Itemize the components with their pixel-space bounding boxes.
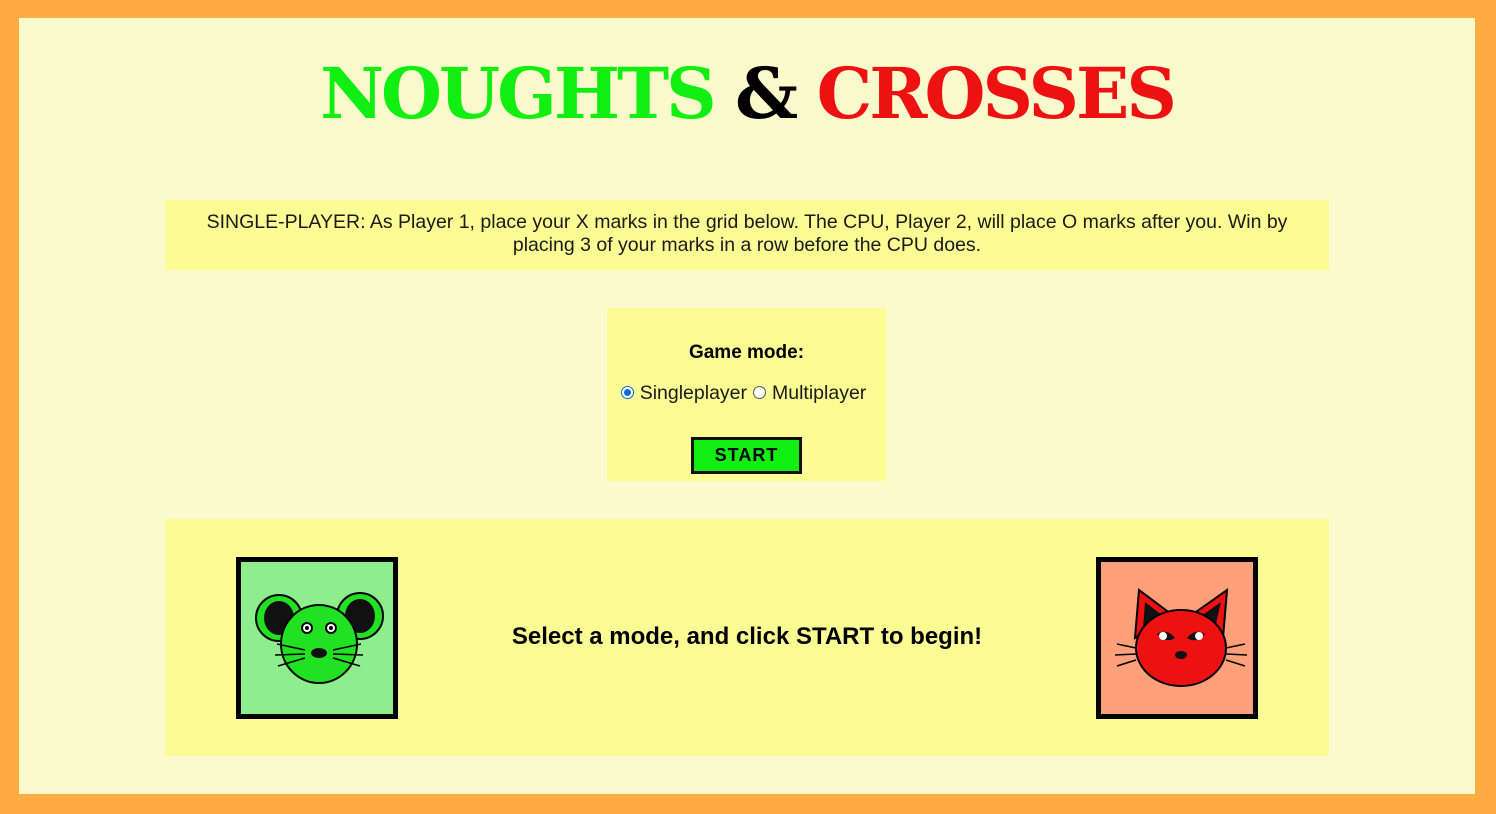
title-ampersand: &	[735, 52, 798, 135]
multiplayer-label[interactable]: Multiplayer	[772, 382, 866, 405]
game-mode-options: Singleplayer Multiplayer	[607, 382, 886, 405]
page-title: NOUGHTS & CROSSES	[19, 56, 1475, 132]
multiplayer-radio[interactable]	[753, 386, 767, 399]
mode-description: SINGLE-PLAYER: As Player 1, place your X…	[165, 200, 1329, 270]
game-mode-label: Game mode:	[688, 342, 805, 363]
game-panel: Select a mode, and click START to begin!	[165, 519, 1329, 756]
singleplayer-label[interactable]: Singleplayer	[640, 382, 747, 405]
game-mode-panel: Game mode: Singleplayer Multiplayer STAR…	[607, 308, 886, 481]
singleplayer-radio[interactable]	[620, 386, 634, 399]
cat-icon	[1114, 587, 1248, 687]
page-frame: NOUGHTS & CROSSES SINGLE-PLAYER: As Play…	[19, 18, 1475, 794]
title-crosses: CROSSES	[816, 52, 1177, 135]
start-button[interactable]: START	[691, 437, 802, 474]
player2-avatar	[1096, 557, 1258, 719]
title-noughts: NOUGHTS	[320, 52, 717, 135]
